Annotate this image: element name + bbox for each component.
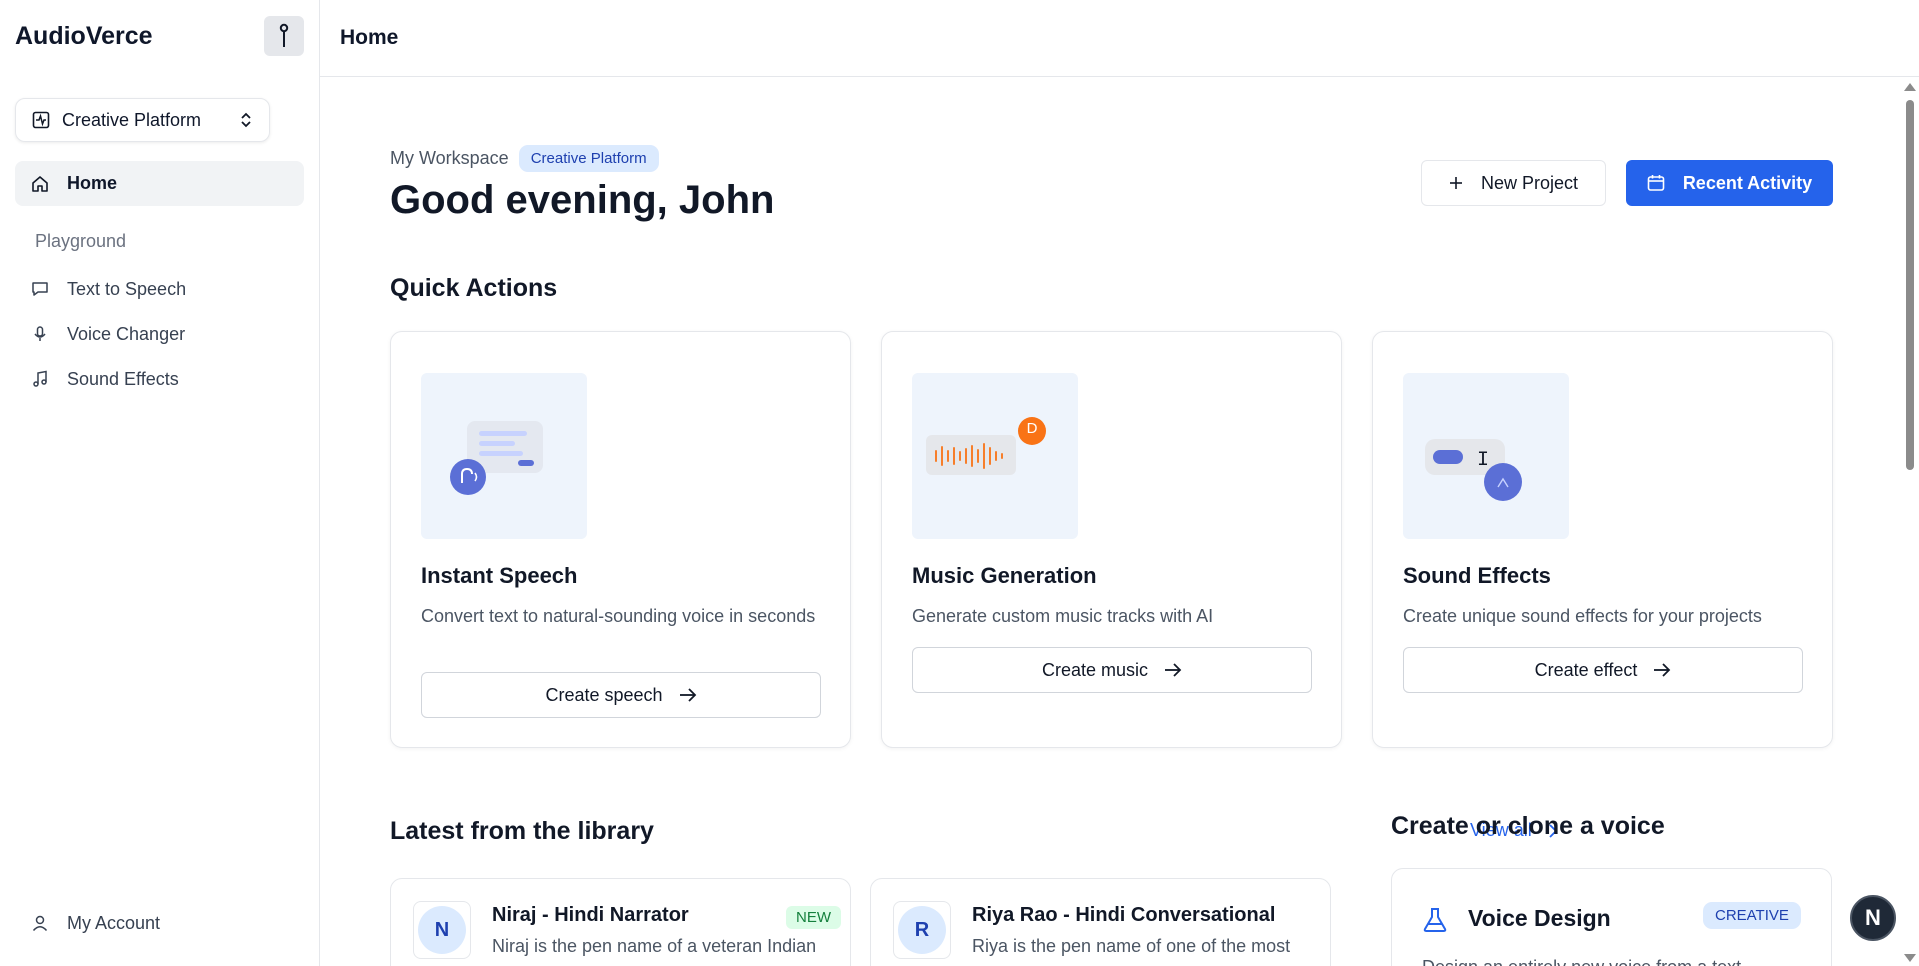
breadcrumb: My Workspace Creative Platform <box>390 145 659 172</box>
user-icon <box>32 915 48 932</box>
library-item-name: Riya Rao - Hindi Conversational <box>972 904 1276 926</box>
card-description: Convert text to natural-sounding voice i… <box>421 606 816 626</box>
plus-icon <box>1449 177 1462 189</box>
avatar: R <box>893 901 951 959</box>
create-effect-label: Create effect <box>1534 659 1638 680</box>
sidebar-item-label: Sound Effects <box>67 368 179 389</box>
card-description: Generate custom music tracks with AI <box>912 606 1214 626</box>
card-title: Music Generation <box>912 563 1097 588</box>
library-item-niraj[interactable]: N Niraj - Hindi Narrator NEW Niraj is th… <box>390 878 851 966</box>
recent-activity-label: Recent Activity <box>1682 172 1813 193</box>
app-root: AudioVerce Creative Platform Home Playgr… <box>0 0 1919 966</box>
creative-badge: CREATIVE <box>1703 902 1801 929</box>
sound-effects-illustration: I <box>1403 373 1569 539</box>
pin-sidebar-button[interactable] <box>264 16 304 56</box>
svg-text:I: I <box>1477 449 1489 472</box>
voice-design-title: Voice Design <box>1468 905 1611 931</box>
music-generation-illustration: D <box>912 373 1078 539</box>
avatar-initial: N <box>418 906 466 954</box>
quick-action-card-music-generation: D Music Generation Generate custom music… <box>881 331 1342 748</box>
music-note-icon <box>33 370 47 387</box>
library-item-riya-rao[interactable]: R Riya Rao - Hindi Conversational Riya i… <box>870 878 1331 966</box>
mic-icon <box>34 326 46 341</box>
workspace-selector[interactable]: Creative Platform <box>15 98 270 142</box>
arrow-right-icon <box>1165 663 1182 677</box>
quick-actions-heading: Quick Actions <box>390 274 558 302</box>
sidebar-item-label: Voice Changer <box>67 323 186 344</box>
library-item-description: Niraj is the pen name of a veteran India… <box>492 936 817 956</box>
activity-square-icon <box>32 111 50 129</box>
library-item-description: Riya is the pen name of one of the most <box>972 936 1291 956</box>
scrollbar[interactable] <box>1900 78 1919 966</box>
scroll-up-arrow[interactable] <box>1904 83 1916 91</box>
floating-dev-letter: N <box>1865 905 1881 930</box>
card-description: Create unique sound effects for your pro… <box>1403 606 1762 626</box>
calendar-icon <box>1647 175 1665 191</box>
sidebar-item-home[interactable]: Home <box>15 161 304 206</box>
arrow-right-icon <box>679 688 696 702</box>
sidebar-section-playground: Playground <box>35 231 127 251</box>
sidebar-item-text-to-speech[interactable]: Text to Speech <box>15 269 304 309</box>
chevron-up-down-icon <box>241 112 251 128</box>
avatar: N <box>413 901 471 959</box>
sidebar-item-my-account[interactable]: My Account <box>15 903 304 943</box>
breadcrumb-workspace: My Workspace <box>390 148 509 168</box>
page-title: Home <box>340 26 399 49</box>
instant-speech-illustration <box>421 373 587 539</box>
create-speech-label: Create speech <box>545 684 663 705</box>
sidebar-item-label: My Account <box>67 912 161 933</box>
new-project-button[interactable]: New Project <box>1421 160 1606 206</box>
message-square-icon <box>32 282 48 296</box>
create-effect-button[interactable]: Create effect <box>1403 647 1803 693</box>
sidebar-item-home-label: Home <box>67 173 118 193</box>
create-music-label: Create music <box>1041 659 1149 680</box>
card-title: Instant Speech <box>421 563 578 588</box>
recent-activity-button[interactable]: Recent Activity <box>1626 160 1833 206</box>
quick-action-card-sound-effects: I Sound Effects Create unique sound effe… <box>1372 331 1833 748</box>
workspace-badge: Creative Platform <box>518 145 659 172</box>
library-item-name: Niraj - Hindi Narrator <box>492 904 689 926</box>
home-icon <box>32 175 48 192</box>
sidebar-item-voice-changer[interactable]: Voice Changer <box>15 314 304 354</box>
sidebar: AudioVerce Creative Platform Home Playgr… <box>0 0 320 966</box>
new-badge: NEW <box>786 906 841 929</box>
flask-icon <box>1423 908 1447 932</box>
sidebar-item-sound-effects[interactable]: Sound Effects <box>15 359 304 399</box>
music-avatar-letter: D <box>1026 420 1038 437</box>
create-music-button[interactable]: Create music <box>912 647 1312 693</box>
create-speech-button[interactable]: Create speech <box>421 672 821 718</box>
new-project-label: New Project <box>1480 172 1579 193</box>
scroll-down-arrow[interactable] <box>1904 954 1916 962</box>
voice-design-card[interactable]: Voice Design CREATIVE Design an entirely… <box>1391 868 1832 966</box>
sidebar-item-label: Text to Speech <box>67 278 187 299</box>
clone-voice-heading: Create or clone a voice <box>1391 812 1665 840</box>
workspace-selector-label: Creative Platform <box>62 109 202 130</box>
avatar-initial: R <box>898 906 946 954</box>
app-logo: AudioVerce <box>15 22 153 50</box>
quick-action-card-instant-speech: Instant Speech Convert text to natural-s… <box>390 331 851 748</box>
topbar: Home <box>320 0 1919 77</box>
card-title: Sound Effects <box>1403 563 1551 588</box>
main-content: Home My Workspace Creative Platform Good… <box>320 0 1919 966</box>
library-heading: Latest from the library <box>390 817 654 845</box>
scrollbar-thumb[interactable] <box>1906 100 1914 470</box>
arrow-right-icon <box>1654 663 1671 677</box>
voice-design-description: Design an entirely new voice from a text <box>1422 957 1741 966</box>
floating-dev-button[interactable]: N <box>1850 895 1896 941</box>
greeting-heading: Good evening, John <box>390 178 775 222</box>
pin-icon <box>279 23 289 47</box>
